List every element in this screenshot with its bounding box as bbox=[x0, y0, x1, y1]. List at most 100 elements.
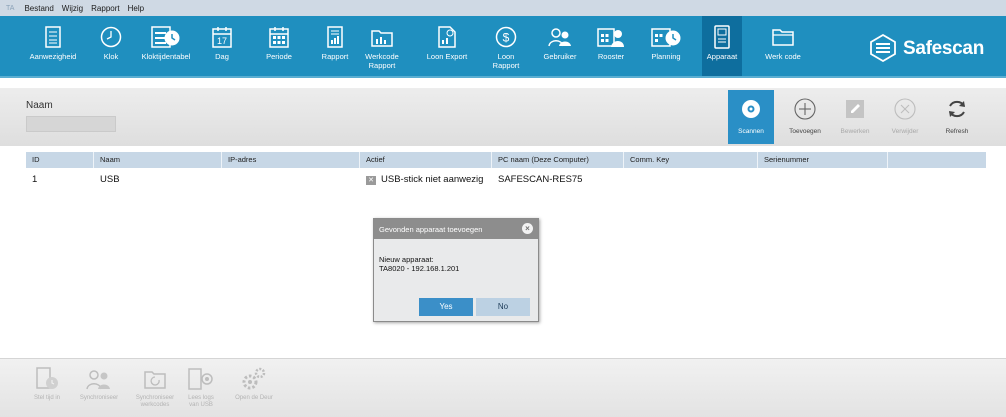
eye-icon bbox=[741, 96, 761, 122]
toolbar-planning[interactable]: Planning bbox=[642, 16, 690, 76]
schedule-icon bbox=[597, 24, 625, 50]
toolbar-label: Kloktijdentabel bbox=[141, 52, 191, 61]
open-door-button[interactable]: Open de Deur bbox=[232, 365, 276, 402]
scan-button[interactable]: Scannen bbox=[728, 90, 774, 144]
inactive-x-icon: ✕ bbox=[366, 176, 376, 185]
set-time-label: Stel tijd in bbox=[33, 395, 60, 401]
toolbar-label: Rapport bbox=[321, 52, 349, 61]
toolbar-dag[interactable]: 17 Dag bbox=[209, 16, 235, 76]
toolbar-label: Aanwezigheid bbox=[29, 52, 77, 61]
read-usb-label: Lees logs van USB bbox=[188, 395, 214, 408]
toolbar-label: Loon Export bbox=[426, 52, 468, 61]
yes-button[interactable]: Yes bbox=[419, 298, 473, 316]
toolbar-label: Rooster bbox=[597, 52, 625, 61]
toolbar-loon-export[interactable]: Loon Export bbox=[422, 16, 472, 76]
dialog-title-bar: Gevonden apparaat toevoegen × bbox=[374, 219, 538, 239]
cell-actief-text: USB-stick niet aanwezig bbox=[381, 174, 484, 185]
device-table-header: ID Naam IP-adres Actief PC naam (Deze Co… bbox=[26, 152, 986, 168]
table-row[interactable]: 1 USB ✕ USB-stick niet aanwezig SAFESCAN-… bbox=[26, 172, 986, 188]
toolbar-label: Periode bbox=[266, 52, 292, 61]
gears-icon bbox=[241, 365, 267, 393]
read-usb-button[interactable]: Lees logs van USB bbox=[186, 365, 216, 409]
toolbar-label: Dag bbox=[215, 52, 229, 61]
brand-name: Safescan bbox=[902, 38, 984, 59]
menu-rapport[interactable]: Rapport bbox=[91, 4, 119, 13]
toolbar-klok[interactable]: Klok bbox=[94, 16, 128, 76]
set-time-button[interactable]: Stel tijd in bbox=[32, 365, 62, 402]
toolbar-kloktijdentabel[interactable]: Kloktijdentabel bbox=[136, 16, 196, 76]
toolbar-label: Planning bbox=[651, 52, 681, 61]
edit-button[interactable]: Bewerken bbox=[832, 90, 878, 144]
dialog-message-line2: TA8020 - 192.168.1.201 bbox=[379, 264, 460, 273]
toolbar-label: Apparaat bbox=[706, 52, 738, 61]
toolbar-gebruiker[interactable]: Gebruiker bbox=[538, 16, 582, 76]
sync-workcodes-button[interactable]: Synchroniseer werkcodes bbox=[132, 365, 178, 409]
main-toolbar: Aanwezigheid Klok Kloktijdentabel 17 Dag… bbox=[0, 16, 1006, 78]
toolbar-aanwezigheid[interactable]: Aanwezigheid bbox=[22, 16, 84, 76]
menu-help[interactable]: Help bbox=[128, 4, 144, 13]
column-header-id[interactable]: ID bbox=[26, 152, 94, 168]
svg-text:$: $ bbox=[503, 31, 510, 45]
column-header-comm-key[interactable]: Comm. Key bbox=[624, 152, 758, 168]
name-filter-label: Naam bbox=[26, 100, 53, 111]
toolbar-label: Loon Rapport bbox=[492, 52, 520, 70]
calendar-grid-icon bbox=[269, 24, 289, 50]
sync-users-button[interactable]: Synchroniseer bbox=[76, 365, 122, 402]
dollar-icon: $ bbox=[495, 24, 517, 50]
planning-icon bbox=[651, 24, 681, 50]
column-header-extra bbox=[888, 152, 986, 168]
column-header-ip[interactable]: IP-adres bbox=[222, 152, 360, 168]
scan-label: Scannen bbox=[738, 128, 764, 135]
clipboard-icon bbox=[45, 24, 61, 50]
sync-users-icon bbox=[85, 365, 113, 393]
filter-panel: Naam Scannen Toevoegen Bewerken Verwijde… bbox=[0, 88, 1006, 146]
cell-comm-key bbox=[624, 172, 758, 188]
delete-button[interactable]: Verwijder bbox=[882, 90, 928, 144]
cell-ip bbox=[222, 172, 360, 188]
toolbar-werk-code[interactable]: Werk code bbox=[762, 16, 804, 76]
report-icon bbox=[327, 24, 343, 50]
set-time-icon bbox=[34, 365, 60, 393]
close-icon[interactable]: × bbox=[522, 223, 533, 234]
sync-workcodes-label: Synchroniseer werkcodes bbox=[135, 395, 175, 408]
refresh-icon bbox=[946, 96, 968, 122]
dialog-title: Gevonden apparaat toevoegen bbox=[379, 224, 483, 234]
cell-serienummer bbox=[758, 172, 888, 188]
no-button[interactable]: No bbox=[476, 298, 530, 316]
toolbar-loon-rapport[interactable]: $ Loon Rapport bbox=[488, 16, 524, 76]
svg-text:17: 17 bbox=[217, 36, 227, 46]
cell-pc-naam: SAFESCAN-RES75 bbox=[498, 174, 583, 185]
toolbar-periode[interactable]: Periode bbox=[256, 16, 302, 76]
plus-circle-icon bbox=[794, 96, 816, 122]
toolbar-apparaat[interactable]: Apparaat bbox=[702, 16, 742, 76]
cell-actief: ✕ USB-stick niet aanwezig bbox=[360, 172, 492, 188]
refresh-label: Refresh bbox=[945, 128, 969, 135]
device-actions-footer: Stel tijd in Synchroniseer Synchroniseer… bbox=[0, 358, 1006, 417]
calendar-day-icon: 17 bbox=[212, 24, 232, 50]
column-header-actief[interactable]: Actief bbox=[360, 152, 492, 168]
refresh-button[interactable]: Refresh bbox=[934, 90, 980, 144]
name-filter-input[interactable] bbox=[26, 116, 116, 132]
toolbar-werkcode-rapport[interactable]: Werkcode Rapport bbox=[362, 16, 402, 76]
menu-bar: TA Bestand Wijzig Rapport Help bbox=[0, 0, 1006, 16]
column-header-naam[interactable]: Naam bbox=[94, 152, 222, 168]
dialog-message: Nieuw apparaat: TA8020 - 192.168.1.201 bbox=[374, 239, 538, 273]
cell-id: 1 bbox=[32, 174, 38, 185]
add-button[interactable]: Toevoegen bbox=[782, 90, 828, 144]
workcode-report-icon bbox=[371, 24, 393, 50]
dialog-message-line1: Nieuw apparaat: bbox=[379, 255, 434, 264]
edit-label: Bewerken bbox=[840, 128, 870, 135]
menu-wijzig[interactable]: Wijzig bbox=[62, 4, 83, 13]
column-header-pc-naam[interactable]: PC naam (Deze Computer) bbox=[492, 152, 624, 168]
export-icon bbox=[438, 24, 456, 50]
toolbar-rapport[interactable]: Rapport bbox=[316, 16, 354, 76]
add-label: Toevoegen bbox=[789, 128, 821, 135]
column-header-serienummer[interactable]: Serienummer bbox=[758, 152, 888, 168]
safescan-logo-icon bbox=[869, 33, 897, 64]
x-circle-icon bbox=[894, 96, 916, 122]
toolbar-label: Werk code bbox=[765, 52, 801, 61]
cell-naam: USB bbox=[100, 174, 120, 185]
menu-bestand[interactable]: Bestand bbox=[24, 4, 53, 13]
toolbar-rooster[interactable]: Rooster bbox=[592, 16, 630, 76]
read-usb-icon bbox=[187, 365, 215, 393]
